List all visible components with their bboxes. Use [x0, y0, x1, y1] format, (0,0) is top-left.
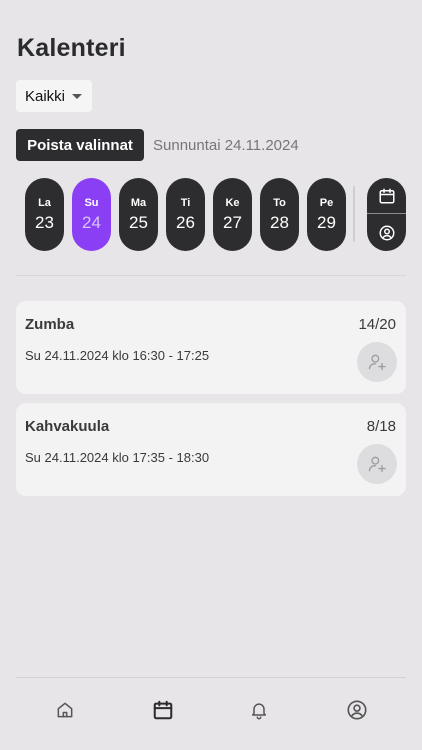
day-pill[interactable]: To 28	[260, 178, 299, 251]
bell-icon	[252, 703, 266, 720]
join-event-button[interactable]	[357, 342, 397, 382]
day-date: 25	[129, 212, 148, 232]
calendar-icon	[153, 700, 173, 720]
day-date: 28	[270, 212, 289, 232]
add-user-icon	[368, 354, 386, 371]
event-time: Su 24.11.2024 klo 17:35 - 18:30	[25, 450, 210, 465]
day-pill[interactable]: Ti 26	[166, 178, 205, 251]
day-pill[interactable]: Ke 27	[213, 178, 252, 251]
home-icon	[57, 702, 73, 718]
selected-date-label: Sunnuntai 24.11.2024	[153, 137, 299, 154]
day-pill-selected[interactable]: Su 24	[72, 178, 111, 251]
day-date: 24	[82, 212, 101, 232]
nav-calendar[interactable]	[151, 698, 175, 722]
user-circle-icon[interactable]	[377, 223, 396, 242]
day-name: Ke	[225, 196, 240, 209]
day-name: Ti	[180, 196, 191, 209]
day-date: 27	[223, 212, 242, 232]
filter-value: Kaikki	[25, 87, 66, 105]
toggle-divider	[367, 213, 406, 214]
day-date: 29	[317, 212, 336, 232]
caret-down-icon	[72, 94, 83, 99]
day-selector: La 23 Su 24 Ma 25 Ti 26 Ke 27 To 28 Pe 2…	[25, 178, 355, 251]
join-event-button[interactable]	[357, 444, 397, 484]
day-name: La	[38, 196, 51, 209]
page-title: Kalenteri	[17, 34, 126, 62]
clear-selections-button[interactable]: Poista valinnat	[16, 129, 144, 161]
day-date: 23	[35, 212, 54, 232]
event-name: Zumba	[25, 316, 75, 333]
day-scroll-indicator	[353, 186, 355, 242]
day-name: Ma	[130, 196, 147, 209]
event-time: Su 24.11.2024 klo 16:30 - 17:25	[25, 348, 210, 363]
section-divider	[16, 275, 406, 276]
view-toggle	[367, 178, 406, 251]
event-participant-count: 14/20	[358, 316, 396, 333]
calendar-icon[interactable]	[377, 186, 396, 205]
event-name: Kahvakuula	[25, 418, 110, 435]
user-circle-icon	[347, 700, 367, 720]
bottom-nav-divider	[16, 677, 406, 678]
day-pill[interactable]: Ma 25	[119, 178, 158, 251]
day-name: Su	[84, 196, 99, 209]
nav-home[interactable]	[53, 698, 77, 722]
add-user-icon	[368, 456, 386, 473]
day-date: 26	[176, 212, 195, 232]
nav-notifications[interactable]	[247, 698, 271, 722]
nav-profile[interactable]	[345, 698, 369, 722]
day-name: Pe	[319, 196, 334, 209]
filter-dropdown[interactable]: Kaikki	[16, 80, 92, 112]
day-pill[interactable]: Pe 29	[307, 178, 346, 251]
event-card[interactable]: Zumba 14/20 Su 24.11.2024 klo 16:30 - 17…	[16, 301, 406, 394]
day-name: To	[273, 196, 286, 209]
event-participant-count: 8/18	[366, 418, 396, 435]
day-pill[interactable]: La 23	[25, 178, 64, 251]
event-card[interactable]: Kahvakuula 8/18 Su 24.11.2024 klo 17:35 …	[16, 403, 406, 496]
